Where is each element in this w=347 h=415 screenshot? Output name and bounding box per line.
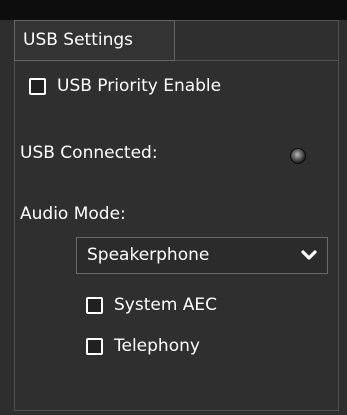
telephony-checkbox[interactable] (86, 337, 103, 355)
usb-settings-page: USB Settings USB Priority Enable USB Con… (0, 0, 347, 415)
telephony-row[interactable]: Telephony (86, 336, 200, 356)
system-aec-checkbox[interactable] (86, 296, 103, 314)
top-strip (0, 0, 347, 20)
tab-usb-settings[interactable]: USB Settings (14, 20, 175, 61)
tab-divider (175, 60, 339, 61)
usb-connected-label: USB Connected: (20, 143, 158, 163)
audio-mode-select[interactable]: Speakerphone (76, 237, 328, 274)
usb-connected-indicator-icon (290, 148, 306, 164)
usb-priority-enable-row[interactable]: USB Priority Enable (29, 76, 221, 96)
usb-priority-enable-checkbox[interactable] (29, 77, 46, 95)
audio-mode-selected-value: Speakerphone (87, 245, 210, 265)
telephony-label: Telephony (114, 336, 200, 356)
audio-mode-label: Audio Mode: (20, 204, 126, 224)
usb-priority-enable-label: USB Priority Enable (57, 76, 222, 96)
system-aec-label: System AEC (114, 295, 218, 315)
chevron-down-icon (301, 250, 317, 260)
system-aec-row[interactable]: System AEC (86, 295, 217, 315)
